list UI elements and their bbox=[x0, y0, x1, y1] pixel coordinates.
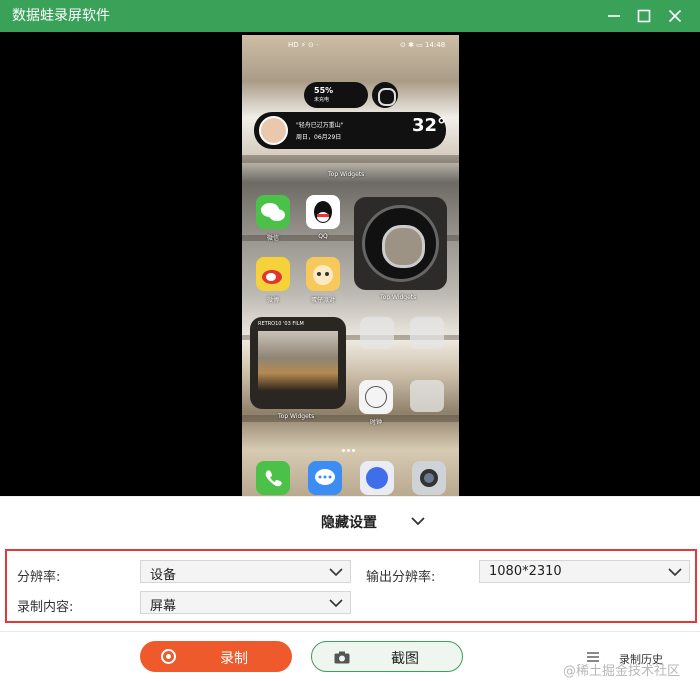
widget-label: Top Widgets bbox=[278, 413, 315, 420]
output-resolution-select[interactable]: 1080*2310 bbox=[479, 560, 690, 583]
phone-status-left: HD ⚡ ⊙ · bbox=[288, 41, 319, 49]
app-folder-icon bbox=[360, 317, 394, 349]
maximize-icon bbox=[637, 9, 651, 23]
settings-toggle-bar: 隐藏设置 bbox=[0, 496, 700, 544]
wallpaper-stripe bbox=[242, 155, 459, 163]
app-label: 微博 bbox=[266, 297, 279, 304]
battery-widget: 55% 未充电 bbox=[304, 82, 368, 108]
watermark: @稀土掘金技术社区 bbox=[563, 664, 681, 679]
weibo-app-icon bbox=[256, 257, 290, 291]
app-window: 数据蛙录屏软件 HD ⚡ ⊙ · ⊙ ✱ ▭ 14:48 55% 未充电 "轻舟… bbox=[0, 0, 700, 681]
output-resolution-label: 输出分辨率: bbox=[366, 570, 436, 585]
screenshot-button[interactable]: 截图 bbox=[311, 641, 463, 672]
chevron-down-icon bbox=[329, 599, 343, 608]
app-label: 微信 bbox=[266, 235, 279, 242]
disc-icon bbox=[362, 205, 439, 282]
screenshot-button-label: 截图 bbox=[391, 651, 419, 667]
record-content-value: 屏幕 bbox=[150, 599, 177, 614]
minimize-icon bbox=[608, 15, 620, 17]
close-icon bbox=[668, 9, 682, 23]
music-title: "轻舟已过万重山" bbox=[296, 122, 344, 129]
hide-settings-label[interactable]: 隐藏设置 bbox=[321, 512, 377, 532]
record-content-select[interactable]: 屏幕 bbox=[140, 591, 351, 614]
temperature: 32° bbox=[412, 115, 447, 136]
phone-status-right: ⊙ ✱ ▭ 14:48 bbox=[400, 41, 446, 49]
resolution-value: 设备 bbox=[150, 568, 177, 583]
page-indicator bbox=[342, 437, 362, 452]
clock-app-icon bbox=[359, 380, 393, 414]
wallpaper-stripe bbox=[242, 415, 459, 422]
photo-widget: RETRO10 '03 FILM bbox=[250, 317, 346, 409]
app-label: QQ bbox=[318, 233, 328, 240]
window-title: 数据蛙录屏软件 bbox=[12, 8, 110, 24]
chevron-down-icon bbox=[668, 568, 682, 577]
app-folder-icon bbox=[410, 317, 444, 349]
wechat-app-icon bbox=[256, 195, 290, 229]
app-label: 时钟 bbox=[369, 419, 382, 426]
music-date: 周日，06月29日 bbox=[296, 134, 342, 141]
record-button[interactable]: 录制 bbox=[140, 641, 292, 672]
browser-app-icon bbox=[360, 461, 394, 495]
battery-percent: 55% bbox=[314, 86, 334, 95]
output-resolution-value: 1080*2310 bbox=[489, 564, 562, 579]
minimize-button[interactable] bbox=[597, 0, 631, 32]
music-widget: "轻舟已过万重山" 周日，06月29日 32° bbox=[254, 112, 446, 149]
widget-label: Top Widgets bbox=[328, 171, 365, 178]
eggy-party-app-icon bbox=[306, 257, 340, 291]
record-button-label: 录制 bbox=[220, 651, 248, 667]
avatar bbox=[259, 116, 288, 145]
app-folder-icon bbox=[410, 380, 444, 412]
mountain-photo bbox=[258, 331, 338, 391]
record-content-label: 录制内容: bbox=[17, 600, 74, 615]
title-bar: 数据蛙录屏软件 bbox=[0, 0, 700, 32]
settings-panel: 分辨率: 设备 输出分辨率: 1080*2310 录制内容: 屏幕 bbox=[5, 549, 697, 623]
phone-app-icon bbox=[256, 461, 290, 495]
chevron-down-icon[interactable] bbox=[410, 513, 426, 529]
divider bbox=[0, 631, 700, 632]
widget-label: Top Widgets bbox=[380, 294, 417, 301]
record-disc-widget bbox=[354, 197, 447, 290]
chevron-down-icon bbox=[329, 568, 343, 577]
app-label: 蛋仔派对 bbox=[310, 297, 335, 304]
resolution-select[interactable]: 设备 bbox=[140, 560, 351, 583]
qq-app-icon bbox=[306, 195, 340, 229]
ring-widget bbox=[372, 82, 398, 108]
messages-app-icon bbox=[308, 461, 342, 495]
phone-dock bbox=[242, 460, 459, 496]
phone-screen-preview: HD ⚡ ⊙ · ⊙ ✱ ▭ 14:48 55% 未充电 "轻舟已过万重山" 周… bbox=[242, 35, 459, 496]
screen-preview: HD ⚡ ⊙ · ⊙ ✱ ▭ 14:48 55% 未充电 "轻舟已过万重山" 周… bbox=[0, 32, 700, 496]
close-button[interactable] bbox=[658, 0, 692, 32]
record-icon bbox=[161, 649, 176, 664]
camera-app-icon bbox=[412, 461, 446, 495]
photo-widget-caption: RETRO10 '03 FILM bbox=[258, 321, 304, 327]
camera-icon bbox=[334, 651, 350, 664]
battery-status: 未充电 bbox=[314, 97, 330, 103]
maximize-button[interactable] bbox=[627, 0, 661, 32]
resolution-label: 分辨率: bbox=[17, 570, 61, 585]
